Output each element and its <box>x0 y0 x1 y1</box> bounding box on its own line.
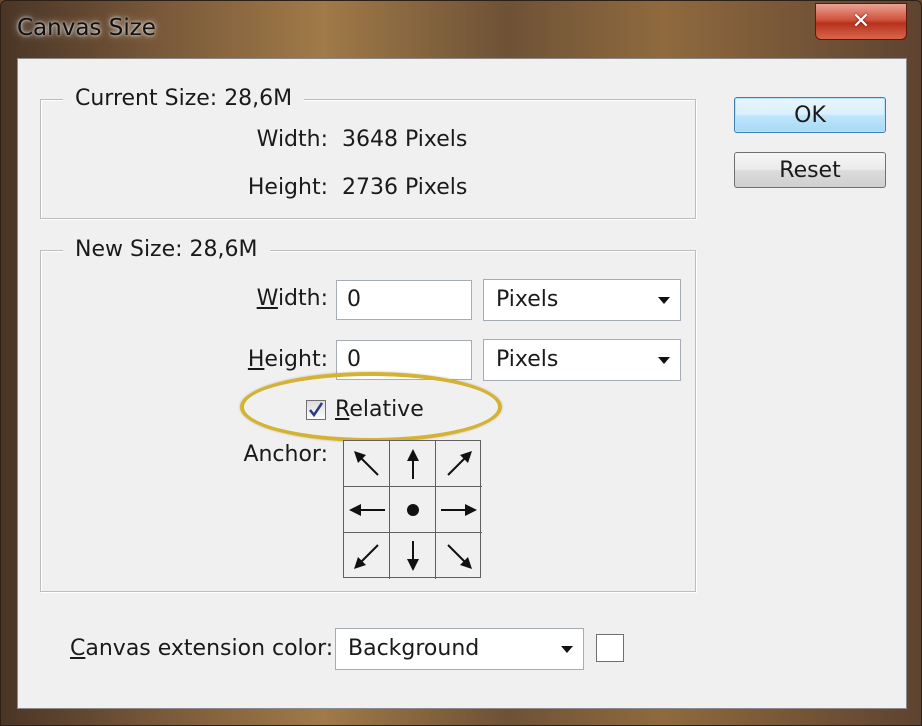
new-height-label: Height: <box>218 346 328 374</box>
new-width-unit-select[interactable]: Pixels <box>483 279 681 321</box>
new-size-label: New Size: 28,6M <box>63 236 270 264</box>
new-width-label-mnemonic: W <box>256 286 278 311</box>
arrow-down-left-icon <box>353 544 379 569</box>
anchor-bottom-left[interactable] <box>344 533 390 579</box>
anchor-label: Anchor: <box>243 442 328 467</box>
ok-button[interactable]: OK <box>734 97 886 133</box>
close-button[interactable]: ✕ <box>815 3 907 40</box>
anchor-grid <box>343 440 482 579</box>
anchor-top[interactable] <box>390 441 436 487</box>
anchor-bottom-right[interactable] <box>436 533 482 579</box>
new-height-label-mnemonic: H <box>247 347 265 372</box>
extension-color-select[interactable]: Background <box>335 628 584 670</box>
anchor-bottom[interactable] <box>390 533 436 579</box>
current-height-value: 2736 Pixels <box>342 175 468 200</box>
relative-label[interactable]: Relative <box>335 396 424 424</box>
chevron-down-icon <box>658 357 670 364</box>
dialog-window: Canvas Size ✕ Current Size: 28,6M Width:… <box>0 0 922 726</box>
anchor-top-left[interactable] <box>344 441 390 487</box>
arrow-down-right-icon <box>447 544 472 569</box>
anchor-center-dot-icon <box>406 503 419 516</box>
close-icon: ✕ <box>851 9 871 34</box>
new-height-label-rest: eight: <box>264 347 328 372</box>
reset-button[interactable]: Reset <box>734 152 886 188</box>
extension-color-label: Canvas extension color: <box>70 635 333 663</box>
title-bar[interactable]: Canvas Size ✕ <box>1 1 921 57</box>
window-title: Canvas Size <box>17 15 156 41</box>
current-height-label: Height: <box>247 175 328 200</box>
anchor-center[interactable] <box>390 487 436 533</box>
current-width-value: 3648 Pixels <box>342 127 468 152</box>
arrow-right-icon <box>441 503 477 516</box>
new-width-unit-value: Pixels <box>496 287 559 312</box>
new-width-input[interactable]: 0 <box>336 280 472 320</box>
new-height-unit-select[interactable]: Pixels <box>483 339 681 381</box>
checkmark-icon <box>309 402 324 418</box>
new-height-unit-value: Pixels <box>496 347 559 372</box>
anchor-right[interactable] <box>436 487 482 533</box>
extension-color-label-mnemonic: C <box>70 636 86 661</box>
new-width-label-rest: idth: <box>277 286 328 311</box>
chevron-down-icon <box>561 646 573 653</box>
extension-color-label-rest: anvas extension color: <box>85 636 334 661</box>
relative-checkbox[interactable] <box>306 400 326 420</box>
extension-color-value: Background <box>348 636 480 661</box>
anchor-left[interactable] <box>344 487 390 533</box>
current-width-label: Width: <box>256 127 328 152</box>
current-size-label: Current Size: 28,6M <box>63 85 305 113</box>
extension-color-swatch[interactable] <box>596 634 624 662</box>
chevron-down-icon <box>658 297 670 304</box>
dialog-client-area: Current Size: 28,6M Width: 3648 Pixels H… <box>17 58 907 709</box>
relative-label-mnemonic: R <box>335 397 350 422</box>
relative-label-rest: elative <box>349 397 424 422</box>
new-width-label: Width: <box>218 285 328 313</box>
arrow-up-left-icon <box>353 450 379 476</box>
arrow-down-icon <box>406 541 419 571</box>
new-height-input[interactable]: 0 <box>336 340 472 380</box>
anchor-top-right[interactable] <box>436 441 482 487</box>
arrow-up-right-icon <box>447 450 472 476</box>
arrow-up-icon <box>406 448 419 479</box>
arrow-left-icon <box>348 503 385 516</box>
